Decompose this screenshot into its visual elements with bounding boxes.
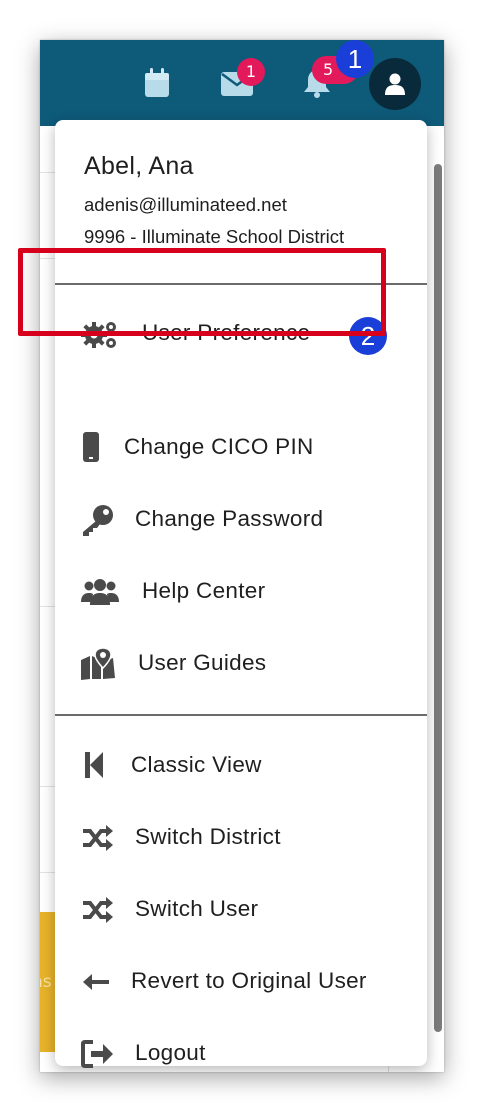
profile-email: adenis@illuminateed.net <box>84 194 287 215</box>
menu-item-label: User Guides <box>138 650 267 675</box>
menu-item-label: Switch User <box>135 896 259 921</box>
step-callout-1: 1 <box>336 40 374 78</box>
menu-item-label: Switch District <box>135 824 281 849</box>
shuffle-icon <box>81 894 117 926</box>
step-backward-icon <box>81 750 117 782</box>
shuffle-icon <box>81 822 117 854</box>
profile-name: Abel, Ana <box>84 152 194 180</box>
sign-out-icon <box>81 1038 117 1070</box>
menu-item-classic-view[interactable]: Classic View <box>55 736 427 796</box>
highlight-box-user-preference <box>18 248 386 336</box>
menu-item-help-center[interactable]: Help Center <box>55 562 427 622</box>
calendar-icon[interactable] <box>144 68 170 98</box>
users-group-icon <box>81 576 119 608</box>
menu-item-switch-district[interactable]: Switch District <box>55 808 427 868</box>
menu-item-label: Change Password <box>135 506 324 531</box>
profile-district: 9996 - Illuminate School District <box>84 226 345 247</box>
user-icon <box>385 73 405 95</box>
menu-item-change-cico-pin[interactable]: Change CICO PIN <box>55 418 427 478</box>
menu-item-label: Help Center <box>142 578 266 603</box>
menu-item-user-guides[interactable]: User Guides <box>55 634 427 694</box>
mobile-phone-icon <box>81 432 117 464</box>
app-frame: 1 5 1 ns Abel, Ana adenis@illuminateed.n… <box>40 40 444 1072</box>
menu-item-change-password[interactable]: Change Password <box>55 490 427 550</box>
menu-item-label: Change CICO PIN <box>124 434 314 459</box>
map-marker-icon <box>81 648 117 680</box>
menu-item-switch-user[interactable]: Switch User <box>55 880 427 940</box>
mail-badge: 1 <box>237 58 265 86</box>
menu-item-label: Revert to Original User <box>131 968 367 993</box>
top-navbar: 1 5 1 <box>40 40 444 126</box>
key-icon <box>81 504 117 536</box>
arrow-left-icon <box>81 966 117 998</box>
page-scrollbar[interactable] <box>434 164 442 1032</box>
user-avatar-button[interactable] <box>369 58 421 110</box>
menu-item-label: Classic View <box>131 752 262 777</box>
menu-item-revert-to-original-user[interactable]: Revert to Original User <box>55 952 427 1012</box>
menu-item-logout[interactable]: Logout <box>55 1024 427 1072</box>
menu-divider-middle <box>55 714 427 716</box>
menu-item-label: Logout <box>135 1040 206 1065</box>
